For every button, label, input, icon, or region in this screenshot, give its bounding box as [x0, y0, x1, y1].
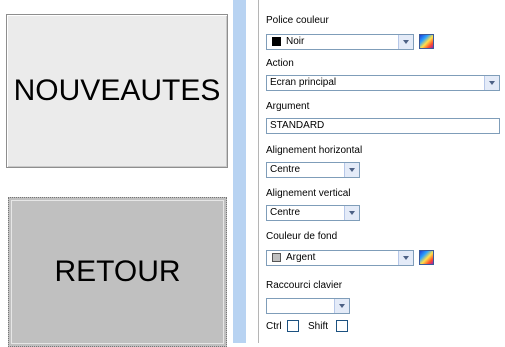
- shift-checkbox[interactable]: [336, 320, 348, 332]
- shortcut-select[interactable]: [266, 298, 350, 314]
- font-color-swatch: [272, 37, 281, 46]
- shortcut-label: Raccourci clavier: [266, 280, 343, 291]
- shift-label: Shift: [308, 321, 329, 332]
- ctrl-checkbox[interactable]: [287, 320, 299, 332]
- retour-button-label: RETOUR: [54, 255, 181, 288]
- action-select[interactable]: Ecran principal: [266, 75, 500, 91]
- dropdown-arrow-icon[interactable]: [398, 251, 413, 265]
- nouveautes-button[interactable]: NOUVEAUTES: [6, 14, 228, 168]
- bg-color-select[interactable]: Argent: [266, 250, 414, 266]
- font-color-label: Police couleur: [266, 15, 329, 26]
- v-align-value: Centre: [270, 207, 301, 218]
- v-align-label: Alignement vertical: [266, 188, 351, 199]
- font-color-value: Noir: [286, 36, 305, 47]
- ctrl-label: Ctrl: [266, 321, 282, 332]
- dropdown-arrow-icon[interactable]: [484, 76, 499, 90]
- argument-label: Argument: [266, 101, 310, 112]
- dropdown-arrow-icon[interactable]: [398, 35, 413, 49]
- font-color-select[interactable]: Noir: [266, 34, 414, 50]
- h-align-label: Alignement horizontal: [266, 145, 363, 156]
- bg-color-palette-icon[interactable]: [419, 250, 434, 265]
- action-value: Ecran principal: [270, 77, 337, 88]
- retour-button[interactable]: RETOUR: [8, 197, 227, 347]
- font-color-palette-icon[interactable]: [419, 34, 434, 49]
- argument-input[interactable]: STANDARD: [266, 118, 500, 134]
- panel-divider: [258, 0, 259, 343]
- canvas-edge-strip: [233, 0, 246, 343]
- h-align-value: Centre: [270, 164, 301, 175]
- bg-color-value: Argent: [286, 252, 316, 263]
- bg-color-label: Couleur de fond: [266, 231, 338, 242]
- action-label: Action: [266, 58, 294, 69]
- h-align-select[interactable]: Centre: [266, 162, 360, 178]
- v-align-select[interactable]: Centre: [266, 205, 360, 221]
- design-canvas[interactable]: NOUVEAUTES RETOUR: [0, 0, 246, 347]
- nouveautes-button-label: NOUVEAUTES: [13, 74, 221, 107]
- dropdown-arrow-icon[interactable]: [334, 299, 349, 313]
- dropdown-arrow-icon[interactable]: [344, 206, 359, 220]
- bg-color-swatch: [272, 253, 281, 262]
- dropdown-arrow-icon[interactable]: [344, 163, 359, 177]
